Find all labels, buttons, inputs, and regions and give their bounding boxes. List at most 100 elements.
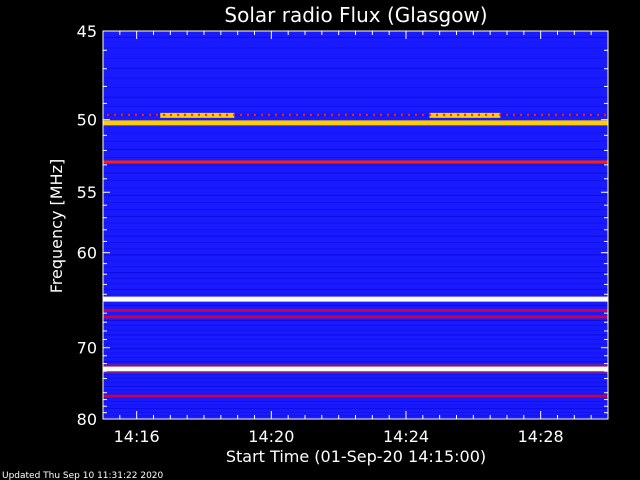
- interference-dot: [387, 113, 389, 116]
- background-streak: [103, 277, 608, 279]
- interference-dot: [576, 113, 578, 116]
- background-streak: [103, 140, 608, 142]
- interference-dot: [555, 113, 557, 116]
- updated-footer: Updated Thu Sep 10 11:31:22 2020: [2, 471, 164, 480]
- interference-dot: [471, 113, 473, 116]
- background-streak: [103, 215, 608, 217]
- background-streak: [103, 180, 608, 182]
- interference-dot: [422, 113, 424, 116]
- background-streak: [103, 343, 608, 345]
- interference-dot: [205, 113, 207, 116]
- background-streak: [103, 164, 608, 166]
- interference-dot: [478, 113, 480, 116]
- interference-dot: [485, 113, 487, 116]
- interference-dot: [198, 113, 200, 116]
- x-tick-label: 14:16: [114, 427, 160, 446]
- background-streak: [103, 260, 608, 262]
- background-streak: [103, 294, 608, 296]
- background-streak: [103, 209, 608, 211]
- interference-dot: [107, 113, 109, 116]
- background-streak: [103, 47, 608, 49]
- interference-dot: [135, 113, 137, 116]
- y-tick-label: 70: [77, 339, 97, 358]
- y-tick-label: 60: [77, 244, 97, 263]
- interference-dot: [296, 113, 298, 116]
- y-tick-label: 55: [77, 183, 97, 202]
- interference-dot: [597, 113, 599, 116]
- x-axis-label: Start Time (01-Sep-20 14:15:00): [226, 447, 486, 466]
- interference-dot: [184, 113, 186, 116]
- background-streak: [103, 348, 608, 350]
- x-tick-label: 14:28: [518, 427, 564, 446]
- interference-dot: [331, 113, 333, 116]
- frequency-band: [103, 120, 608, 126]
- background-streak: [103, 411, 608, 413]
- interference-dot: [380, 113, 382, 116]
- background-streak: [103, 288, 608, 290]
- background-streak: [103, 385, 608, 387]
- background-streak: [103, 36, 608, 38]
- background-streak: [103, 222, 608, 224]
- frequency-band: [103, 160, 608, 164]
- background-streak: [103, 319, 608, 321]
- frequency-band: [103, 394, 608, 398]
- interference-dot: [464, 113, 466, 116]
- interference-dot: [163, 113, 165, 116]
- interference-dot: [303, 113, 305, 116]
- background-streak: [103, 361, 608, 363]
- background-streak: [103, 156, 608, 158]
- background-streak: [103, 254, 608, 256]
- interference-dot: [149, 113, 151, 116]
- interference-dot: [415, 113, 417, 116]
- interference-dot: [408, 113, 410, 116]
- interference-dot: [261, 113, 263, 116]
- interference-dot: [254, 113, 256, 116]
- frequency-band: [103, 308, 608, 312]
- background-streak: [103, 381, 608, 383]
- background-streak: [103, 87, 608, 89]
- background-streak: [103, 77, 608, 79]
- interference-dot: [450, 113, 452, 116]
- interference-dot: [520, 113, 522, 116]
- background-streak: [103, 373, 608, 375]
- interference-dot: [443, 113, 445, 116]
- interference-dot: [219, 113, 221, 116]
- chart-title: Solar radio Flux (Glasgow): [224, 3, 487, 27]
- background-streak: [103, 235, 608, 237]
- y-axis-label: Frequency [MHz]: [47, 159, 66, 293]
- interference-dot: [359, 113, 361, 116]
- interference-dot: [310, 113, 312, 116]
- background-streak: [103, 194, 608, 196]
- background-streak: [103, 202, 608, 204]
- interference-dot: [506, 113, 508, 116]
- background-streak: [103, 67, 608, 69]
- interference-dot: [429, 113, 431, 116]
- background-streak: [103, 408, 608, 410]
- interference-dot: [548, 113, 550, 116]
- interference-dot: [226, 113, 228, 116]
- background-streak: [103, 248, 608, 250]
- interference-dot: [604, 113, 606, 116]
- interference-dot: [492, 113, 494, 116]
- interference-dot: [569, 113, 571, 116]
- background-streak: [103, 96, 608, 98]
- background-streak: [103, 148, 608, 150]
- background-streak: [103, 393, 608, 395]
- background-streak: [103, 272, 608, 274]
- background-streak: [103, 377, 608, 379]
- y-tick-label: 45: [77, 22, 97, 41]
- background-streak: [103, 329, 608, 331]
- interference-dot: [338, 113, 340, 116]
- background-streak: [103, 105, 608, 107]
- interference-dot: [401, 113, 403, 116]
- background-streak: [103, 400, 608, 402]
- interference-dot: [534, 113, 536, 116]
- background-streak: [103, 352, 608, 354]
- background-streak: [103, 389, 608, 391]
- background-streak: [103, 283, 608, 285]
- frequency-band-core: [103, 366, 608, 371]
- interference-dot: [121, 113, 123, 116]
- interference-dot: [275, 113, 277, 116]
- interference-dot: [583, 113, 585, 116]
- y-tick-label: 50: [77, 111, 97, 130]
